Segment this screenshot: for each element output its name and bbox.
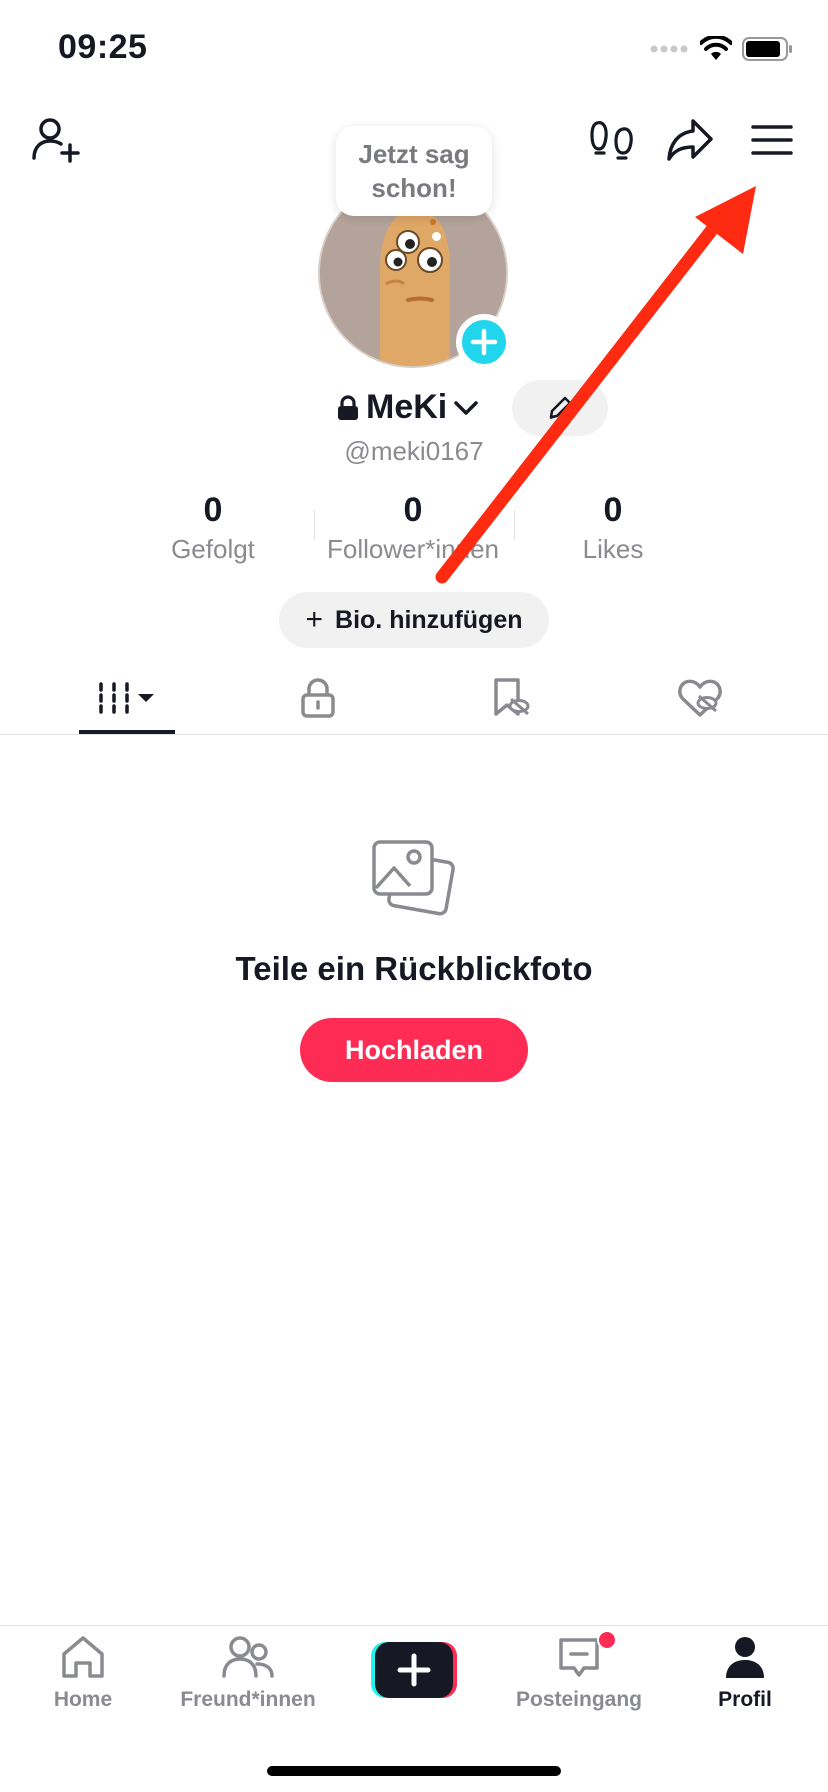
nav-home-label: Home <box>53 1688 113 1711</box>
nav-inbox-label: Posteingang <box>515 1688 642 1711</box>
notification-badge <box>597 1630 617 1650</box>
create-icon <box>371 1642 457 1698</box>
inbox-icon <box>559 1638 599 1677</box>
nav-profile[interactable]: Profil <box>670 1634 820 1712</box>
nav-inbox[interactable]: Posteingang <box>504 1634 654 1712</box>
friends-icon <box>222 1636 274 1678</box>
bottom-nav-divider <box>0 1625 828 1626</box>
home-icon <box>62 1636 104 1678</box>
annotation-arrow-icon <box>435 186 756 584</box>
nav-home[interactable]: Home <box>8 1634 158 1712</box>
nav-friends[interactable]: Freund*innen <box>173 1634 323 1712</box>
nav-friends-label: Freund*innen <box>180 1688 316 1711</box>
profile-icon <box>726 1637 764 1678</box>
nav-profile-label: Profil <box>718 1688 772 1711</box>
create-button[interactable] <box>371 1642 457 1698</box>
home-indicator <box>267 1766 561 1776</box>
